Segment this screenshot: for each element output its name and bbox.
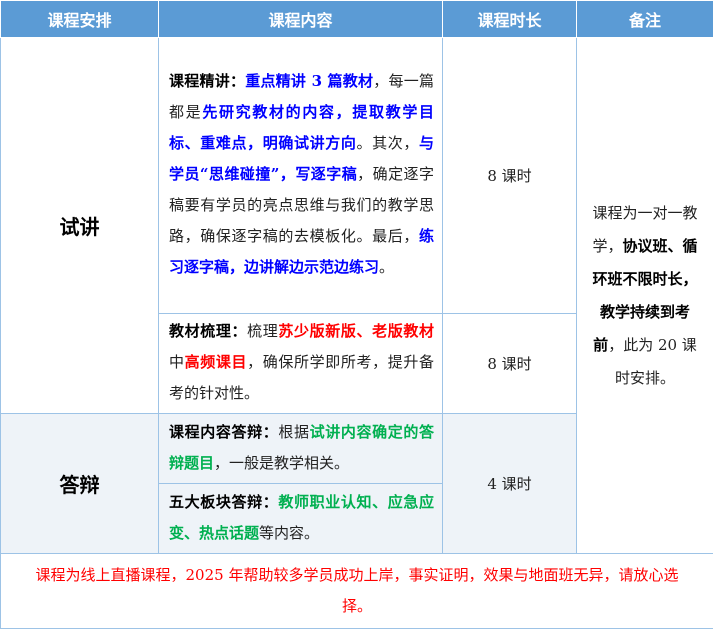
footer-row: 课程为线上直播课程，2025 年帮助较多学员成功上岸，事实证明，效果与地面班无异… [1,554,713,629]
text-segment: 中 [169,353,185,371]
header-arrangement: 课程安排 [1,1,159,38]
text-segment: 苏少版新版、老版教材 [278,322,434,340]
duration-lecture: 8 课时 [443,38,577,314]
text-segment: 。 [379,258,394,276]
text-segment: 高频课目 [185,353,248,371]
header-content: 课程内容 [159,1,443,38]
table-row: 试讲 课程精讲：重点精讲 3 篇教材，每一篇都是先研究教材的内容，提取教学目标、… [1,38,713,314]
duration-textbook: 8 课时 [443,314,577,414]
footer-note: 课程为线上直播课程，2025 年帮助较多学员成功上岸，事实证明，效果与地面班无异… [1,554,713,629]
text-segment: 根据 [278,423,309,441]
course-schedule-page: 课程安排 课程内容 课程时长 备注 试讲 课程精讲：重点精讲 3 篇教材，每一篇… [0,0,713,622]
label-textbook-review: 教材梳理： [169,322,247,340]
section-defense: 答辩 [1,414,159,554]
section-trial: 试讲 [1,38,159,414]
note-cell: 课程为一对一教学，协议班、循环班不限时长，教学持续到考前，此为 20 课时安排。 [577,38,713,554]
text-segment: 等内容。 [259,524,319,542]
content-five-sections: 五大板块答辩：教师职业认知、应急应变、热点话题等内容。 [159,484,443,554]
duration-defense: 4 课时 [443,414,577,554]
text-segment: 。其次， [356,134,419,152]
content-textbook-review: 教材梳理：梳理苏少版新版、老版教材中高频课目，确保所学即所考，提升备考的针对性。 [159,314,443,414]
label-course-lecture: 课程精讲： [169,72,245,90]
label-defense-course: 课程内容答辩： [169,423,278,441]
course-table: 课程安排 课程内容 课程时长 备注 试讲 课程精讲：重点精讲 3 篇教材，每一篇… [0,0,713,629]
content-course-lecture: 课程精讲：重点精讲 3 篇教材，每一篇都是先研究教材的内容，提取教学目标、重难点… [159,38,443,314]
text-segment: 重点精讲 3 篇教材 [245,72,373,90]
label-five-sections: 五大板块答辩： [169,493,278,511]
header-note: 备注 [577,1,713,38]
table-header-row: 课程安排 课程内容 课程时长 备注 [1,1,713,38]
note-text: ，此为 20 课时安排。 [608,336,697,387]
content-defense-course: 课程内容答辩：根据试讲内容确定的答辩题目，一般是教学相关。 [159,414,443,484]
header-duration: 课程时长 [443,1,577,38]
text-segment: 梳理 [247,322,278,340]
text-segment: ，一般是教学相关。 [214,454,349,472]
